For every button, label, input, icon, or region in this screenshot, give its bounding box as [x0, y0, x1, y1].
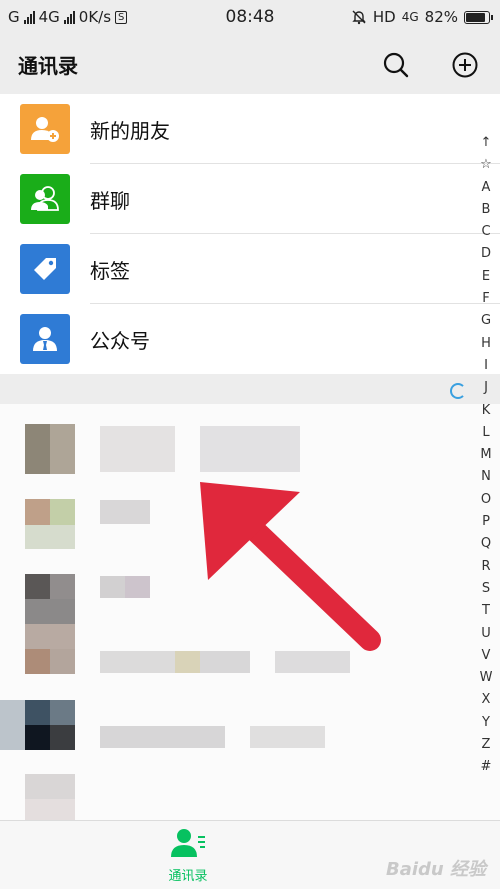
blurred-avatar [50, 424, 75, 474]
func-label-official-accounts: 公众号 [90, 328, 150, 353]
tab-contacts[interactable]: 通讯录 [160, 827, 216, 885]
alphabet-index-item[interactable]: T [474, 600, 498, 622]
alphabet-index-item[interactable]: K [474, 400, 498, 422]
func-label-tags: 标签 [90, 258, 130, 283]
alphabet-index-item[interactable]: # [474, 756, 498, 778]
alphabet-index-item[interactable]: I [474, 355, 498, 377]
blurred-name [200, 426, 300, 472]
alphabet-index-item[interactable]: Q [474, 533, 498, 555]
search-button[interactable] [379, 48, 413, 82]
alphabet-index-item[interactable]: F [474, 288, 498, 310]
blurred-avatar [25, 499, 50, 525]
status-bar: G 4G 0K/s S 08:48 HD 4G 82% [0, 0, 500, 36]
blurred-avatar [0, 700, 25, 750]
func-label-group-chat: 群聊 [90, 188, 130, 213]
blurred-name [200, 651, 250, 673]
alphabet-index-item[interactable]: W [474, 667, 498, 689]
blurred-avatar [25, 599, 75, 624]
alphabet-index-item[interactable]: J [474, 377, 498, 399]
blurred-avatar [25, 725, 50, 750]
blurred-name [125, 576, 150, 598]
alphabet-index-item[interactable]: ↑ [474, 132, 498, 154]
blurred-avatar [25, 700, 50, 725]
alphabet-index-item[interactable]: B [474, 199, 498, 221]
loading-strip [0, 374, 500, 404]
alphabet-index-item[interactable]: L [474, 422, 498, 444]
alphabet-index-item[interactable]: O [474, 489, 498, 511]
alphabet-index-item[interactable]: D [474, 243, 498, 265]
bottom-tab-bar: 通讯录 Baidu 经验 [0, 820, 500, 889]
hd-label: HD [372, 8, 396, 26]
blurred-name [100, 726, 225, 748]
plus-circle-icon [452, 52, 478, 78]
alphabet-index-item[interactable]: U [474, 623, 498, 645]
blurred-name [250, 726, 325, 748]
blurred-name [100, 426, 175, 472]
blurred-avatar [50, 725, 75, 750]
tab-label-contacts: 通讯录 [168, 869, 208, 884]
contact-list-blurred [0, 404, 500, 820]
alphabet-index[interactable]: ↑ ☆ A B C D E F G H I J K L M N O P Q R S T U V W X Y Z # [474, 132, 498, 779]
watermark-logo: Baidu 经验 [385, 859, 486, 880]
alphabet-index-item[interactable]: R [474, 556, 498, 578]
blurred-avatar [50, 700, 75, 725]
status-right: HD 4G 82% [351, 8, 493, 26]
blurred-name [175, 651, 200, 673]
alphabet-index-item[interactable]: X [474, 689, 498, 711]
blurred-avatar [25, 649, 50, 674]
func-item-tags[interactable]: 标签 [0, 234, 500, 304]
blurred-avatar [50, 499, 75, 525]
alphabet-index-item[interactable]: G [474, 310, 498, 332]
add-button[interactable] [448, 48, 482, 82]
blurred-avatar [50, 574, 75, 599]
add-friend-icon [20, 104, 70, 154]
alphabet-index-item[interactable]: Z [474, 734, 498, 756]
alphabet-index-item[interactable]: C [474, 221, 498, 243]
battery-percent: 82% [424, 8, 458, 26]
blurred-name [100, 651, 175, 673]
func-item-group-chat[interactable]: 群聊 [0, 164, 500, 234]
blurred-avatar [25, 774, 75, 799]
official-account-icon [20, 314, 70, 364]
alphabet-index-item[interactable]: Y [474, 712, 498, 734]
func-item-official-accounts[interactable]: 公众号 [0, 304, 500, 374]
alphabet-index-item[interactable]: H [474, 333, 498, 355]
header: 通讯录 [0, 36, 500, 94]
blurred-avatar [25, 624, 75, 649]
function-list: 新的朋友 群聊 标签 公众号 [0, 94, 500, 374]
alphabet-index-item[interactable]: V [474, 645, 498, 667]
alphabet-index-item[interactable]: S [474, 578, 498, 600]
func-label-new-friends: 新的朋友 [90, 118, 170, 143]
page-title: 通讯录 [18, 54, 78, 78]
network-label-2: 4G [401, 10, 419, 24]
alphabet-index-item[interactable]: ☆ [474, 154, 498, 176]
alphabet-index-item[interactable]: P [474, 511, 498, 533]
search-icon [383, 52, 409, 78]
contacts-tab-icon [171, 829, 205, 857]
blurred-avatar [25, 424, 50, 474]
func-item-new-friends[interactable]: 新的朋友 [0, 94, 500, 164]
blurred-avatar [25, 799, 75, 820]
blurred-name [275, 651, 350, 673]
tag-icon [20, 244, 70, 294]
alphabet-index-item[interactable]: M [474, 444, 498, 466]
alphabet-index-item[interactable]: E [474, 266, 498, 288]
loading-spinner-icon [450, 383, 466, 399]
battery-icon [464, 10, 493, 24]
blurred-avatar [25, 574, 50, 599]
alphabet-index-item[interactable]: A [474, 177, 498, 199]
blurred-name [100, 500, 150, 524]
blurred-avatar [25, 525, 75, 549]
blurred-avatar [50, 649, 75, 674]
bell-off-icon [352, 10, 366, 25]
alphabet-index-item[interactable]: N [474, 466, 498, 488]
group-chat-icon [20, 174, 70, 224]
